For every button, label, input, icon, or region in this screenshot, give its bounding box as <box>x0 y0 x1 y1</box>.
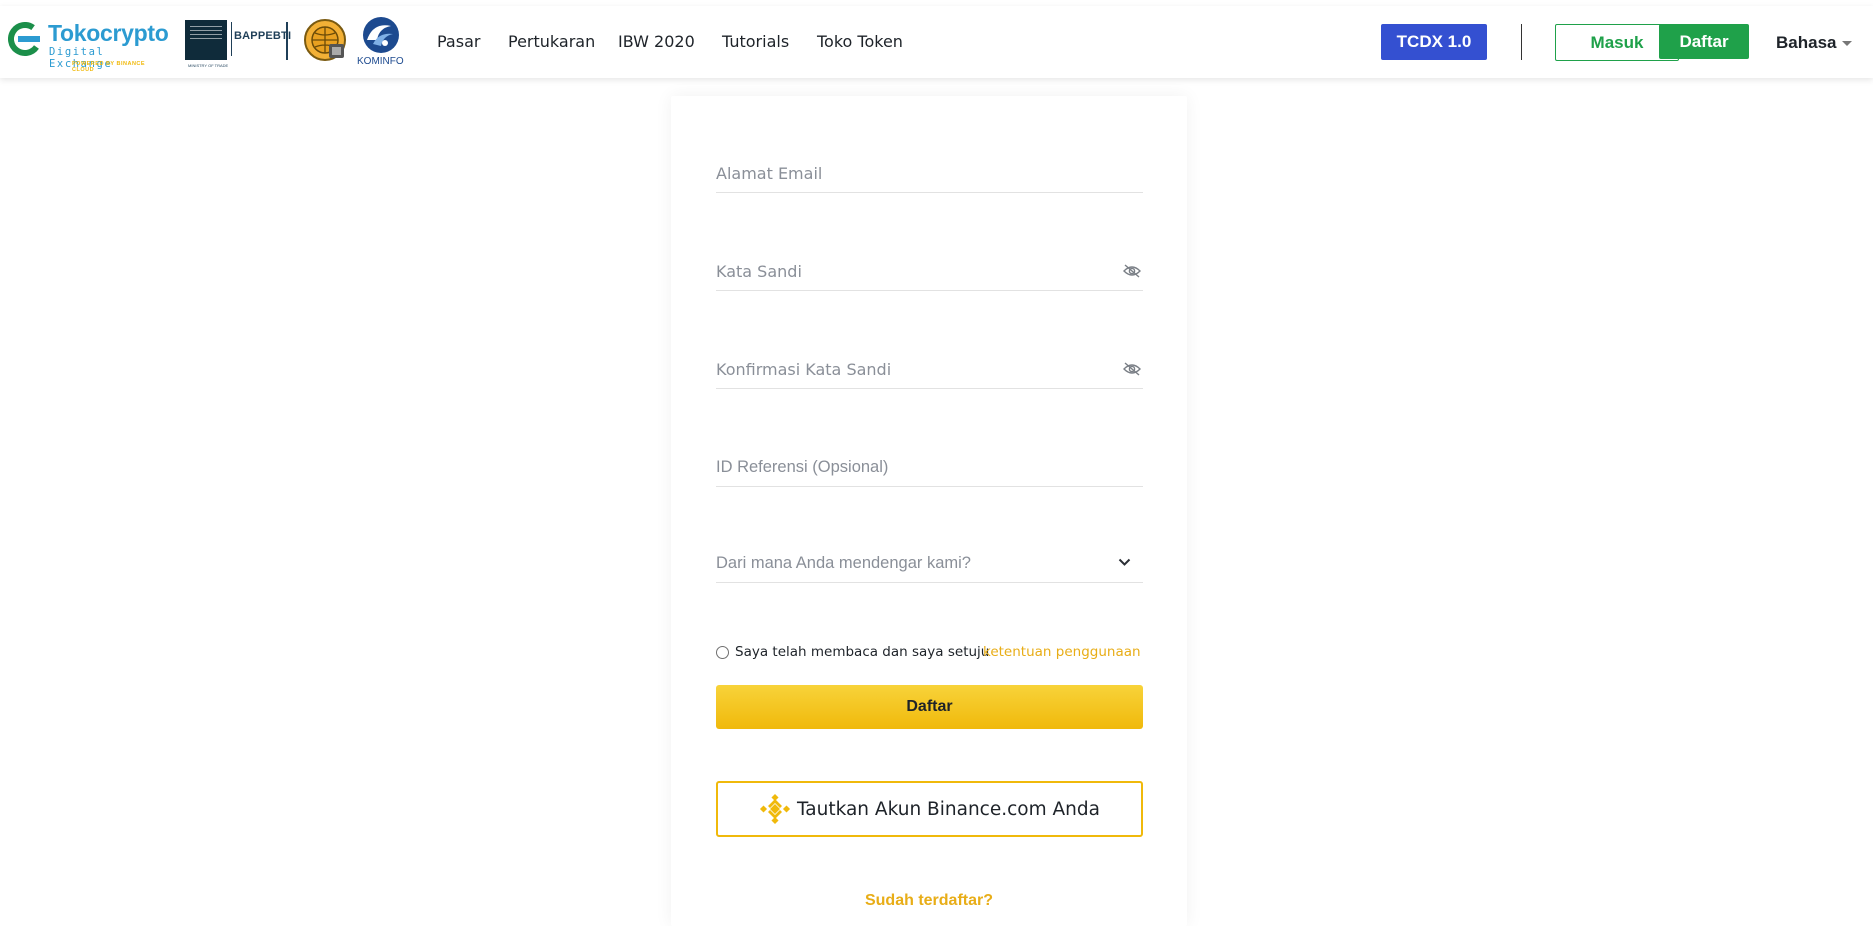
source-select[interactable]: Dari mana Anda mendengar kami? <box>716 542 1143 583</box>
bappebti-label: BAPPEBTI <box>234 30 292 42</box>
nav-link-tutorials[interactable]: Tutorials <box>722 32 789 51</box>
tcdx-button[interactable]: TCDX 1.0 <box>1381 24 1487 60</box>
link-binance-label: Tautkan Akun Binance.com Anda <box>797 798 1100 820</box>
eye-off-icon[interactable] <box>1123 362 1141 376</box>
caret-down-icon <box>1842 41 1852 46</box>
password-placeholder: Kata Sandi <box>716 262 802 281</box>
signup-nav-button[interactable]: Daftar <box>1659 24 1749 59</box>
nav-link-ibw-2020[interactable]: IBW 2020 <box>618 32 695 51</box>
nav-divider <box>1521 24 1522 60</box>
terms-text: Saya telah membaca dan saya setuju <box>735 644 990 660</box>
submit-signup-button[interactable]: Daftar <box>716 685 1143 729</box>
kemendag-bappebti-logo: BAPPEBTI MINISTRY OF TRADE <box>185 16 291 68</box>
referral-id-field[interactable]: ID Referensi (Opsional) <box>716 446 1143 487</box>
nav-link-toko-token[interactable]: Toko Token <box>817 32 903 51</box>
link-binance-button[interactable]: Tautkan Akun Binance.com Anda <box>716 781 1143 837</box>
terms-link[interactable]: ketentuan penggunaan <box>983 644 1141 660</box>
kominfo-emblem-icon <box>363 17 399 53</box>
eye-off-icon[interactable] <box>1123 264 1141 278</box>
confirm-password-field[interactable]: Konfirmasi Kata Sandi <box>716 348 1143 389</box>
kemendag-emblem <box>185 20 227 60</box>
referral-id-placeholder: ID Referensi (Opsional) <box>716 458 889 476</box>
kominfo-label: KOMINFO <box>357 56 404 67</box>
chevron-down-icon[interactable] <box>1118 558 1131 567</box>
globe-badge-icon <box>304 19 346 61</box>
tokocrypto-logo[interactable]: Tokocrypto Digital Exchange POWERED BY B… <box>8 16 169 73</box>
top-navbar: Tokocrypto Digital Exchange POWERED BY B… <box>0 6 1873 78</box>
confirm-password-placeholder: Konfirmasi Kata Sandi <box>716 360 892 379</box>
email-placeholder: Alamat Email <box>716 164 823 183</box>
nav-link-pasar[interactable]: Pasar <box>437 32 480 51</box>
globe-badge-logo <box>303 16 351 68</box>
email-field[interactable]: Alamat Email <box>716 152 1143 193</box>
language-label: Bahasa <box>1776 33 1837 52</box>
brand-name: Tokocrypto <box>48 20 169 46</box>
kemendag-small-label: MINISTRY OF TRADE <box>188 63 229 68</box>
nav-link-pertukaran[interactable]: Pertukaran <box>508 32 595 51</box>
brand-powered-by: POWERED BY BINANCE CLOUD <box>72 61 146 73</box>
terms-radio[interactable] <box>716 646 729 659</box>
signup-card: Alamat Email Kata Sandi Konfirmasi Kata … <box>671 96 1187 926</box>
source-placeholder: Dari mana Anda mendengar kami? <box>716 554 971 572</box>
already-registered-link[interactable]: Sudah terdaftar? <box>671 892 1187 910</box>
kominfo-logo: KOMINFO <box>357 16 407 68</box>
binance-logo-icon <box>759 793 791 825</box>
password-field[interactable]: Kata Sandi <box>716 250 1143 291</box>
tokocrypto-mark-icon <box>8 22 42 56</box>
language-selector[interactable]: Bahasa <box>1776 33 1852 53</box>
